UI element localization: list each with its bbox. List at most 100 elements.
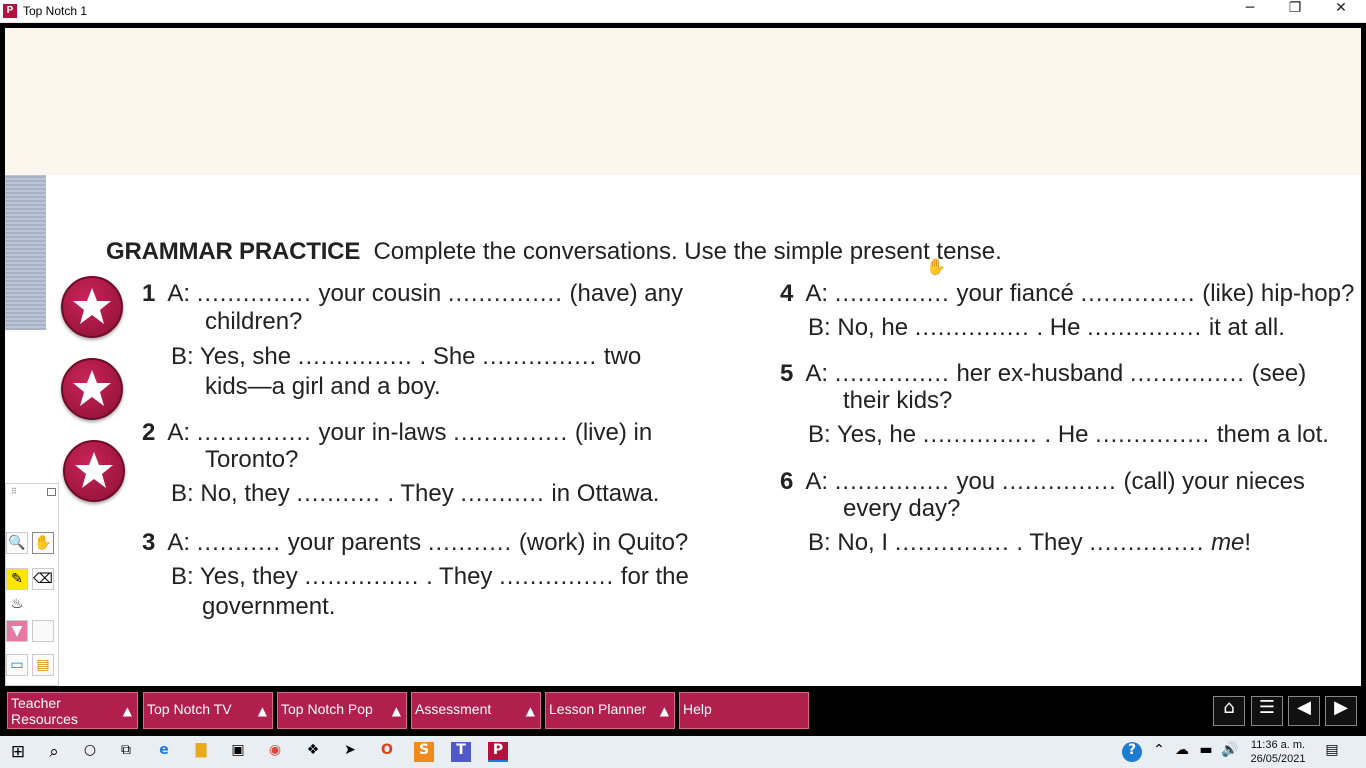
palette-minimize-button[interactable] <box>47 488 56 496</box>
clock-time: 11:36 a. m. <box>1250 739 1306 751</box>
folder-icon[interactable]: ▤ <box>32 654 54 676</box>
close-button[interactable]: ✕ <box>1318 0 1364 23</box>
answer-blank[interactable]: ............... <box>1130 360 1245 388</box>
spray-icon[interactable]: ♨ <box>6 594 28 616</box>
app-icon[interactable]: ➤ <box>340 742 360 762</box>
exercise-number: 3 <box>142 529 156 556</box>
answer-blank[interactable]: ........... <box>460 480 544 508</box>
answer-blank[interactable]: ............... <box>915 314 1030 342</box>
prompt-text: . They <box>387 480 454 507</box>
answer-blank[interactable]: ........... <box>428 529 512 557</box>
speaker-label: B: <box>171 563 194 590</box>
prompt-text: (see) <box>1251 360 1307 387</box>
exercise-5-line-a2: their kids? <box>843 387 953 414</box>
edge-icon[interactable]: e <box>154 742 174 762</box>
office-icon[interactable]: O <box>377 742 397 762</box>
start-icon[interactable]: ⊞ <box>8 742 28 762</box>
teacher-resources-button[interactable]: Teacher Resources ▲ <box>7 692 138 729</box>
answer-blank[interactable]: ............... <box>1089 529 1204 557</box>
zoom-tool-icon[interactable]: 🔍 <box>6 532 28 554</box>
eraser-icon[interactable]: ⌫ <box>32 568 54 590</box>
speaker-label: B: <box>171 343 194 370</box>
highlighter-icon[interactable]: ✎ <box>6 568 28 590</box>
prompt-text: Yes, he <box>836 421 917 448</box>
list-icon[interactable]: ☰ <box>1251 696 1283 726</box>
restore-button[interactable]: ❐ <box>1272 0 1318 23</box>
lesson-planner-button[interactable]: Lesson Planner ▲ <box>545 692 675 729</box>
prompt-text: No, he <box>837 314 909 341</box>
hand-tool-icon[interactable]: ✋ <box>32 532 54 554</box>
sumatra-icon[interactable]: S <box>414 742 434 762</box>
answer-blank[interactable]: ............... <box>1087 314 1202 342</box>
help-icon[interactable]: ? <box>1122 742 1142 762</box>
dropbox-icon[interactable]: ❖ <box>303 742 323 762</box>
task-view-icon[interactable]: ⧉ <box>116 742 136 762</box>
battery-icon[interactable]: ▬ <box>1196 742 1216 762</box>
answer-blank[interactable]: ............... <box>923 421 1038 449</box>
prompt-text: for the <box>620 563 689 590</box>
answer-blank[interactable]: ............... <box>304 563 419 591</box>
prompt-text: her ex-husband <box>956 360 1124 387</box>
heading-title: GRAMMAR PRACTICE <box>106 238 361 265</box>
previous-page-icon[interactable]: ◀ <box>1288 696 1320 726</box>
answer-blank[interactable]: ............... <box>453 419 568 447</box>
answer-blank[interactable]: ............... <box>835 468 950 496</box>
answer-blank[interactable]: ............... <box>448 280 563 308</box>
answer-blank[interactable]: ............... <box>197 280 312 308</box>
store-icon[interactable]: ▣ <box>228 742 248 762</box>
blank-swatch-icon[interactable] <box>32 620 54 642</box>
star-icon[interactable] <box>61 358 123 420</box>
volume-icon[interactable]: 🔊 <box>1220 742 1240 762</box>
color-picker-icon[interactable]: ▼ <box>6 620 28 642</box>
prompt-text: your cousin <box>318 280 442 307</box>
answer-blank[interactable]: ............... <box>835 280 950 308</box>
answer-blank[interactable]: ............... <box>1002 468 1117 496</box>
window-titlebar: P Top Notch 1 ─ ❐ ✕ <box>0 0 1366 23</box>
top-notch-tv-button[interactable]: Top Notch TV ▲ <box>143 692 273 729</box>
assessment-button[interactable]: Assessment ▲ <box>411 692 541 729</box>
answer-blank[interactable]: ............... <box>482 343 597 371</box>
exercise-number: 6 <box>780 468 794 495</box>
minimize-button[interactable]: ─ <box>1227 0 1273 23</box>
chevron-up-icon[interactable]: ⌃ <box>1149 742 1169 762</box>
cortana-icon[interactable]: ○ <box>80 742 100 762</box>
prompt-text: No, they <box>200 480 290 507</box>
grip-icon[interactable]: ⠿ <box>11 487 17 496</box>
answer-blank[interactable]: ............... <box>895 529 1010 557</box>
answer-blank[interactable]: ........... <box>197 529 281 557</box>
star-icon[interactable] <box>61 276 123 338</box>
next-page-icon[interactable]: ▶ <box>1325 696 1357 726</box>
star-icon[interactable] <box>63 440 125 502</box>
exercise-number: 2 <box>142 419 156 446</box>
exercise-2-line-a: 2 A: ............... your in-laws ......… <box>142 419 652 447</box>
screen-icon[interactable]: ▭ <box>6 654 28 676</box>
chrome-icon[interactable]: ◉ <box>265 742 285 762</box>
answer-blank[interactable]: ............... <box>1095 421 1210 449</box>
answer-blank[interactable]: ............... <box>499 563 614 591</box>
answer-blank[interactable]: ............... <box>1081 280 1196 308</box>
answer-blank[interactable]: ........... <box>296 480 380 508</box>
home-icon[interactable]: ⌂ <box>1213 696 1245 726</box>
side-tab[interactable] <box>5 175 46 330</box>
pearson-icon[interactable]: P <box>488 742 508 762</box>
teams-icon[interactable]: T <box>451 742 471 762</box>
speaker-label: B: <box>171 480 194 507</box>
search-icon[interactable]: ⌕ <box>44 742 64 762</box>
answer-blank[interactable]: ............... <box>197 419 312 447</box>
top-notch-pop-button[interactable]: Top Notch Pop ▲ <box>277 692 407 729</box>
help-button[interactable]: Help <box>679 692 809 729</box>
answer-blank[interactable]: ............... <box>835 360 950 388</box>
cloud-icon[interactable]: ☁ <box>1172 742 1192 762</box>
menu-label: Top Notch Pop <box>281 701 373 717</box>
speaker-label: B: <box>808 529 831 556</box>
prompt-text: (work) in Quito? <box>518 529 689 556</box>
notification-icon[interactable]: ▤ <box>1322 742 1342 762</box>
prompt-text: . She <box>419 343 476 370</box>
exercise-1-line-b2: kids—a girl and a boy. <box>205 373 441 400</box>
arrow-up-icon: ▲ <box>391 704 401 718</box>
file-explorer-icon[interactable]: ▇ <box>191 742 211 762</box>
clock[interactable]: 11:36 a. m. 26/05/2021 <box>1244 738 1312 766</box>
answer-blank[interactable]: ............... <box>298 343 413 371</box>
exercise-number: 5 <box>780 360 794 387</box>
exercise-5-line-b: B: Yes, he ............... . He ........… <box>808 421 1329 449</box>
